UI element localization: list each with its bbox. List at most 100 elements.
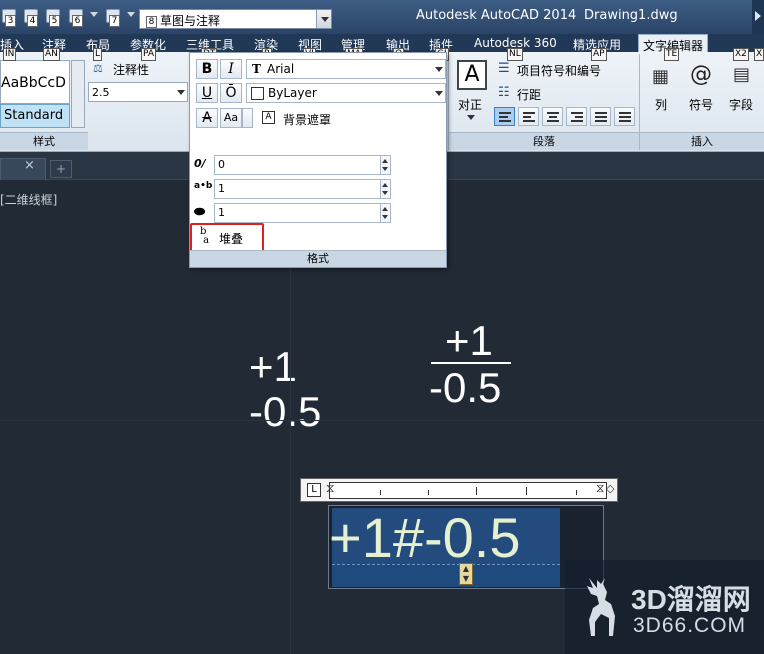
text-style-standard[interactable]: Standard	[0, 104, 70, 128]
bullets-icon: ☰	[498, 61, 510, 76]
keytip-autodesk-360: NL	[507, 48, 523, 61]
ruler-tick	[576, 490, 577, 495]
unstacked-text-bottom: -0.5	[249, 388, 322, 435]
color-value: ByLayer	[268, 86, 317, 100]
bullets-numbering-button[interactable]: 项目符号和编号	[517, 62, 601, 79]
text-style-preview[interactable]: AaBbCcD	[0, 60, 70, 104]
ruler-tick	[380, 490, 381, 495]
font-value: Arial	[267, 62, 295, 76]
symbol-button[interactable]: 符号	[689, 96, 713, 113]
chevron-down-icon	[435, 67, 443, 72]
ruler-tick	[526, 487, 527, 495]
oblique-angle-spinner[interactable]	[380, 155, 391, 175]
new-tab-icon[interactable]: +	[50, 160, 72, 178]
keytip-close-editor: X	[754, 48, 764, 61]
keytip-qa-5: 7	[109, 15, 120, 27]
ruler-tick	[428, 490, 429, 495]
oblique-angle-icon: 0/	[194, 157, 206, 170]
deer-logo-icon	[587, 578, 615, 636]
color-swatch-icon	[251, 87, 264, 100]
keytip-qa-1: 3	[5, 15, 16, 27]
close-icon[interactable]: ×	[24, 158, 35, 173]
align-center-button[interactable]	[542, 107, 563, 126]
line-spacing-button[interactable]: 行距	[517, 86, 541, 103]
keytip-text-editor: TE	[664, 48, 680, 61]
columns-button[interactable]: 列	[655, 96, 667, 113]
tracking-spinner[interactable]	[380, 179, 391, 199]
text-editor-second-line[interactable]	[332, 564, 560, 587]
bold-button[interactable]: B	[196, 59, 218, 79]
width-factor-spinner[interactable]	[380, 203, 391, 223]
indent-marker-icon[interactable]: ⧖	[326, 481, 334, 496]
justify-button-label[interactable]: 对正	[458, 96, 482, 113]
tracking-icon: a•b	[194, 181, 213, 191]
change-case-button[interactable]: Aa	[220, 108, 242, 128]
mtext-content[interactable]: +1#-0.5	[329, 510, 521, 566]
keytip-minimize: X2	[733, 48, 749, 61]
insert-panel-label: 插入	[640, 132, 764, 150]
annotative-toggle[interactable]: 注释性	[113, 61, 149, 78]
mtext-editor-box[interactable]: +1#-0.5 ▲ ▼	[328, 505, 604, 589]
ruler-scale[interactable]	[329, 482, 607, 499]
field-button[interactable]: 字段	[729, 96, 753, 113]
justify-icon[interactable]: A	[457, 60, 487, 90]
tab-type-icon[interactable]: L	[307, 483, 321, 497]
keytip-insert: IN	[3, 48, 17, 61]
workspace-dropdown-icon[interactable]	[316, 10, 331, 28]
change-case-dropdown-icon[interactable]	[242, 108, 253, 128]
font-combo[interactable]: T Arial	[246, 59, 446, 79]
width-factor-input[interactable]: 1	[214, 203, 390, 223]
oblique-angle-input[interactable]: 0	[214, 155, 390, 175]
redo-dropdown-icon[interactable]	[127, 12, 135, 17]
ribbon-tab-bar: 插入 注释 布局 参数化 三维工具 渲染 视图 管理 输出 插件 Autodes…	[0, 34, 764, 53]
align-right-button[interactable]	[566, 107, 587, 126]
title-bar: 3 4 5 6 7 8 草图与注释 Autodesk AutoCAD 2014 …	[0, 0, 764, 34]
width-handle-icon[interactable]: ◇	[606, 482, 614, 495]
document-title: Drawing1.dwg	[584, 8, 678, 23]
file-tab-drawing1[interactable]	[0, 158, 46, 180]
overline-button[interactable]: Ō	[220, 83, 242, 103]
undo-dropdown-icon[interactable]	[90, 12, 98, 17]
color-combo[interactable]: ByLayer	[246, 83, 446, 103]
title-bar-expand-icon[interactable]	[752, 0, 764, 34]
keytip-qa-4: 6	[72, 15, 83, 27]
text-height-combo[interactable]: 2.5	[88, 82, 188, 102]
resize-handle-icon[interactable]: ▲ ▼	[459, 563, 473, 585]
line-spacing-icon: ☷	[498, 85, 510, 100]
italic-button[interactable]: I	[220, 59, 242, 79]
workspace-value: 草图与注释	[160, 14, 221, 28]
width-factor-icon: ⬬	[194, 205, 206, 220]
chevron-down-icon	[435, 91, 443, 96]
columns-icon: ▦	[652, 66, 670, 87]
tracking-input[interactable]: 1	[214, 179, 390, 199]
right-margin-marker-icon[interactable]: ⧖	[596, 481, 604, 496]
justify-dropdown-icon[interactable]	[467, 115, 475, 120]
strikethrough-button[interactable]: A	[196, 108, 218, 128]
keytip-layout: L	[93, 48, 103, 61]
align-left-button[interactable]	[518, 107, 539, 126]
stacked-text-numerator: +1	[445, 317, 493, 364]
text-editor-divider	[332, 564, 560, 565]
watermark: 3D溜溜网 3D66.COM	[565, 560, 764, 654]
align-justify-button[interactable]	[590, 107, 611, 126]
text-editor-ruler[interactable]: L ⧖ ⧖ ◇	[300, 478, 618, 502]
keytip-qa-3: 5	[49, 15, 60, 27]
align-distribute-button[interactable]	[614, 107, 635, 126]
annotative-icon: ⚖	[93, 62, 103, 75]
background-mask-button[interactable]: 背景遮罩	[283, 111, 331, 128]
watermark-url: 3D66.COM	[633, 614, 747, 637]
underline-button[interactable]: U	[196, 83, 218, 103]
align-default-button[interactable]	[494, 107, 515, 126]
app-title: Autodesk AutoCAD 2014	[416, 8, 577, 23]
workspace-select[interactable]: 8 草图与注释	[139, 9, 332, 29]
keytip-qa-6: 8	[146, 16, 157, 28]
format-expanded-panel: B I T Arial U Ō ByLayer A Aa A 背景遮罩 0/ 0…	[189, 52, 447, 268]
keytip-featured-apps: AP	[591, 48, 607, 61]
viewport-visual-style-label[interactable]: [二维线框]	[0, 191, 57, 208]
symbol-icon: @	[690, 62, 712, 87]
style-panel-label: 样式	[0, 132, 88, 150]
stacked-text-denominator: -0.5	[429, 364, 502, 411]
style-gallery-scrollbar[interactable]	[71, 60, 85, 128]
truetype-icon: T	[252, 62, 261, 76]
ruler-tick	[476, 487, 477, 495]
